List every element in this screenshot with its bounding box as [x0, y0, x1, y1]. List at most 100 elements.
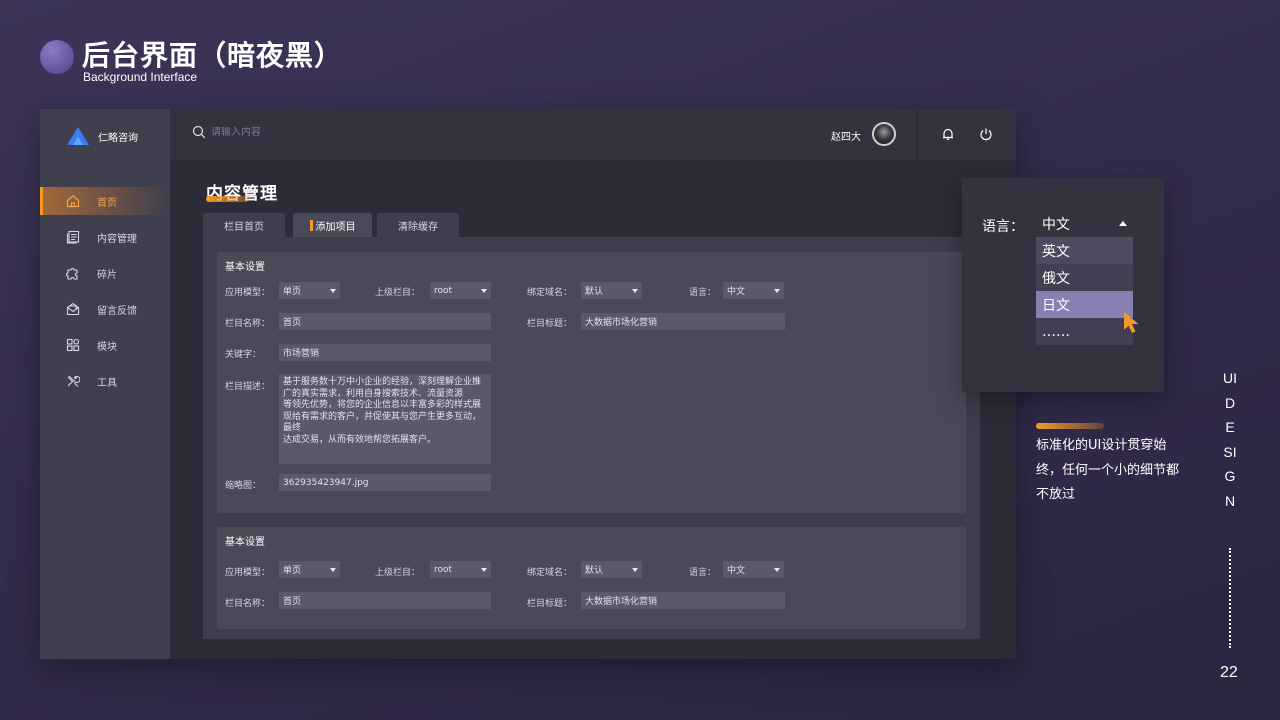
puzzle-icon	[66, 268, 78, 280]
app-model-value: 单页	[283, 566, 302, 576]
sidebar: 仁略咨询 首页 内容管理 碎片 留言反馈 模块 工具	[40, 109, 170, 659]
language-value: 中文	[727, 566, 746, 576]
parent-column-value: root	[434, 564, 453, 575]
bind-domain-value: 默认	[585, 566, 604, 576]
card-title: 基本设置	[225, 537, 265, 548]
parent-column-label: 上级栏目：	[375, 568, 421, 578]
page-number: 22	[1220, 664, 1238, 681]
bind-domain-select[interactable]: 默认	[581, 561, 642, 578]
topbar-divider	[917, 109, 918, 160]
sidebar-nav: 首页 内容管理 碎片 留言反馈 模块 工具	[40, 187, 170, 403]
chevron-down-icon	[632, 567, 638, 572]
sidebar-item-content[interactable]: 内容管理	[40, 223, 170, 251]
sidebar-item-tools[interactable]: 工具	[40, 367, 170, 395]
tab-column-home[interactable]: 栏目首页	[203, 213, 285, 237]
chevron-down-icon	[330, 288, 336, 293]
language-options: 英文 俄文 日文 ……	[1036, 237, 1133, 345]
column-name-input[interactable]: 首页	[279, 313, 491, 330]
basic-settings-card: 基本设置 应用模型： 单页 上级栏目： root 绑定域名： 默认 语言： 中文…	[217, 252, 966, 513]
search-input[interactable]	[211, 126, 371, 138]
tab-add-project[interactable]: 添加项目	[293, 213, 372, 237]
sidebar-item-modules[interactable]: 模块	[40, 331, 170, 359]
column-title-label: 栏目标题：	[527, 599, 573, 609]
parent-column-select[interactable]: root	[430, 561, 491, 578]
column-title-input[interactable]: 大数据市场化营销	[581, 592, 785, 609]
avatar[interactable]	[872, 122, 896, 146]
chevron-down-icon	[481, 567, 487, 572]
language-option-english[interactable]: 英文	[1036, 237, 1133, 264]
search-icon	[192, 125, 206, 139]
sidebar-item-label: 模块	[97, 341, 117, 353]
tools-icon	[67, 375, 80, 387]
keyword-input[interactable]: 市场营销	[279, 344, 491, 361]
tab-label: 清除缓存	[398, 221, 438, 233]
description-textarea[interactable]: 基于服务数十万中小企业的经验，深刻理解企业推广的真实需求，利用自身搜索技术、流量…	[279, 374, 491, 464]
thumbnail-label: 缩略图：	[225, 481, 262, 491]
chevron-down-icon	[330, 567, 336, 572]
sidebar-item-label: 碎片	[97, 269, 117, 281]
user-name[interactable]: 赵四大	[831, 128, 861, 143]
app-window: 仁略咨询 首页 内容管理 碎片 留言反馈 模块 工具 请输入内容 赵四大 内容管…	[40, 109, 1016, 659]
bind-domain-label: 绑定域名：	[527, 568, 573, 578]
slide-title: 后台界面（暗夜黑）	[82, 39, 344, 72]
sidebar-item-fragment[interactable]: 碎片	[40, 259, 170, 287]
power-icon[interactable]	[979, 127, 993, 141]
chevron-up-icon	[1119, 221, 1127, 226]
title-dot	[40, 40, 74, 74]
language-select[interactable]: 中文	[723, 282, 784, 299]
logo-icon	[67, 127, 89, 145]
sidebar-item-feedback[interactable]: 留言反馈	[40, 295, 170, 323]
tab-label: 添加项目	[315, 221, 356, 233]
app-model-select[interactable]: 单页	[279, 561, 340, 578]
language-select-expanded[interactable]: 中文	[1036, 210, 1133, 237]
tab-active-marker	[309, 219, 313, 231]
pointer-cursor-icon	[1124, 312, 1139, 333]
bell-icon[interactable]	[941, 127, 955, 141]
language-option-more[interactable]: ……	[1036, 318, 1133, 345]
sidebar-item-home[interactable]: 首页	[40, 187, 170, 215]
content-panel: 基本设置 应用模型： 单页 上级栏目： root 绑定域名： 默认 语言： 中文…	[203, 237, 980, 639]
home-icon	[66, 195, 80, 208]
app-model-label: 应用模型：	[225, 288, 271, 298]
language-label: 语言：	[689, 288, 717, 298]
logo[interactable]: 仁略咨询	[66, 125, 138, 147]
column-name-label: 栏目名称：	[225, 599, 271, 609]
bind-domain-select[interactable]: 默认	[581, 282, 642, 299]
app-model-label: 应用模型：	[225, 568, 271, 578]
language-label: 语言：	[982, 219, 1024, 235]
keyword-label: 关键字：	[225, 350, 262, 360]
tab-label: 栏目首页	[224, 221, 264, 233]
parent-column-select[interactable]: root	[430, 282, 491, 299]
language-option-russian[interactable]: 俄文	[1036, 264, 1133, 291]
column-title-label: 栏目标题：	[527, 319, 573, 329]
bind-domain-value: 默认	[585, 287, 604, 297]
search-box	[192, 125, 371, 139]
sidebar-item-label: 留言反馈	[97, 305, 137, 317]
thumbnail-input[interactable]: 362935423947.jpg	[279, 474, 491, 491]
note-accent-bar	[1036, 423, 1104, 429]
sidebar-item-label: 内容管理	[97, 233, 137, 245]
tab-clear-cache[interactable]: 清除缓存	[377, 213, 459, 237]
basic-settings-card-2: 基本设置 应用模型： 单页 上级栏目： root 绑定域名： 默认 语言： 中文…	[217, 527, 966, 629]
column-name-input[interactable]: 首页	[279, 592, 491, 609]
logo-text: 仁略咨询	[98, 132, 138, 144]
chevron-down-icon	[481, 288, 487, 293]
topbar: 赵四大	[170, 109, 1016, 160]
language-label: 语言：	[689, 568, 717, 578]
language-value: 中文	[727, 287, 746, 297]
message-icon	[66, 302, 80, 316]
card-title: 基本设置	[225, 262, 265, 273]
sidebar-item-label: 首页	[97, 197, 117, 209]
language-dropdown-callout: 语言： 中文 英文 俄文 日文 ……	[962, 178, 1164, 392]
dotted-divider	[1229, 548, 1231, 648]
design-note: 标准化的UI设计贯穿始终，任何一个小的细节都不放过	[1036, 438, 1180, 502]
sidebar-item-label: 工具	[97, 377, 117, 389]
chevron-down-icon	[774, 288, 780, 293]
app-model-value: 单页	[283, 287, 302, 297]
column-title-input[interactable]: 大数据市场化营销	[581, 313, 785, 330]
language-select[interactable]: 中文	[723, 561, 784, 578]
app-model-select[interactable]: 单页	[279, 282, 340, 299]
chevron-down-icon	[774, 567, 780, 572]
modules-icon	[66, 338, 80, 352]
language-option-japanese[interactable]: 日文	[1036, 291, 1133, 318]
